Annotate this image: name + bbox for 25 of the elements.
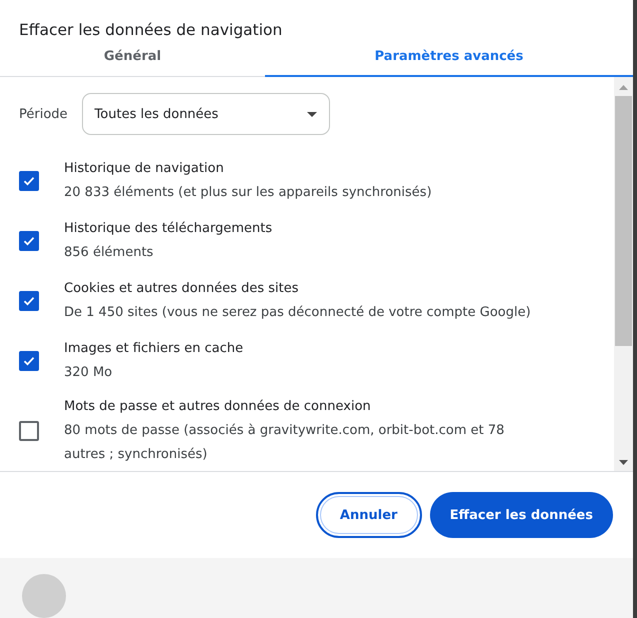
item-detail: 80 mots de passe (associés à gravitywrite.com, orbit-bot.com et 78 autres ; synchronisés) — [64, 422, 506, 464]
scroll-down-icon[interactable] — [619, 460, 628, 465]
cancel-button[interactable]: Annuler — [316, 492, 422, 538]
tab[interactable]: Général — [0, 44, 265, 77]
item-title: Historique des téléchargements — [64, 220, 272, 238]
avatar-placeholder — [22, 574, 66, 618]
checkbox[interactable] — [19, 291, 39, 311]
item-title: Cookies et autres données des sites — [64, 280, 300, 298]
item-detail: 320 Mo — [64, 364, 114, 382]
checkbox[interactable] — [19, 171, 39, 191]
item-detail: 856 éléments — [64, 244, 154, 262]
item-detail: 20 833 éléments (et plus sur les appareils synchronisés) — [64, 184, 432, 202]
period-label: Période — [19, 106, 68, 122]
scrollbar[interactable] — [614, 77, 633, 471]
checkbox[interactable] — [19, 231, 39, 251]
checkbox[interactable] — [19, 351, 39, 371]
item-title: Mots de passe et autres données de connexion — [64, 398, 372, 416]
item-title: Historique de navigation — [64, 160, 225, 178]
clear-data-button[interactable]: Effacer les données — [430, 492, 613, 538]
item-title: Images et fichiers en cache — [64, 340, 244, 358]
checkbox[interactable] — [19, 421, 39, 441]
period-dropdown[interactable]: Toutes les données — [82, 93, 330, 135]
dialog-title: Effacer les données de navigation — [18, 20, 284, 41]
caret-icon — [306, 112, 317, 116]
item-detail: De 1 450 sites (vous ne serez pas déconnecté de votre compte Google) — [64, 304, 531, 322]
